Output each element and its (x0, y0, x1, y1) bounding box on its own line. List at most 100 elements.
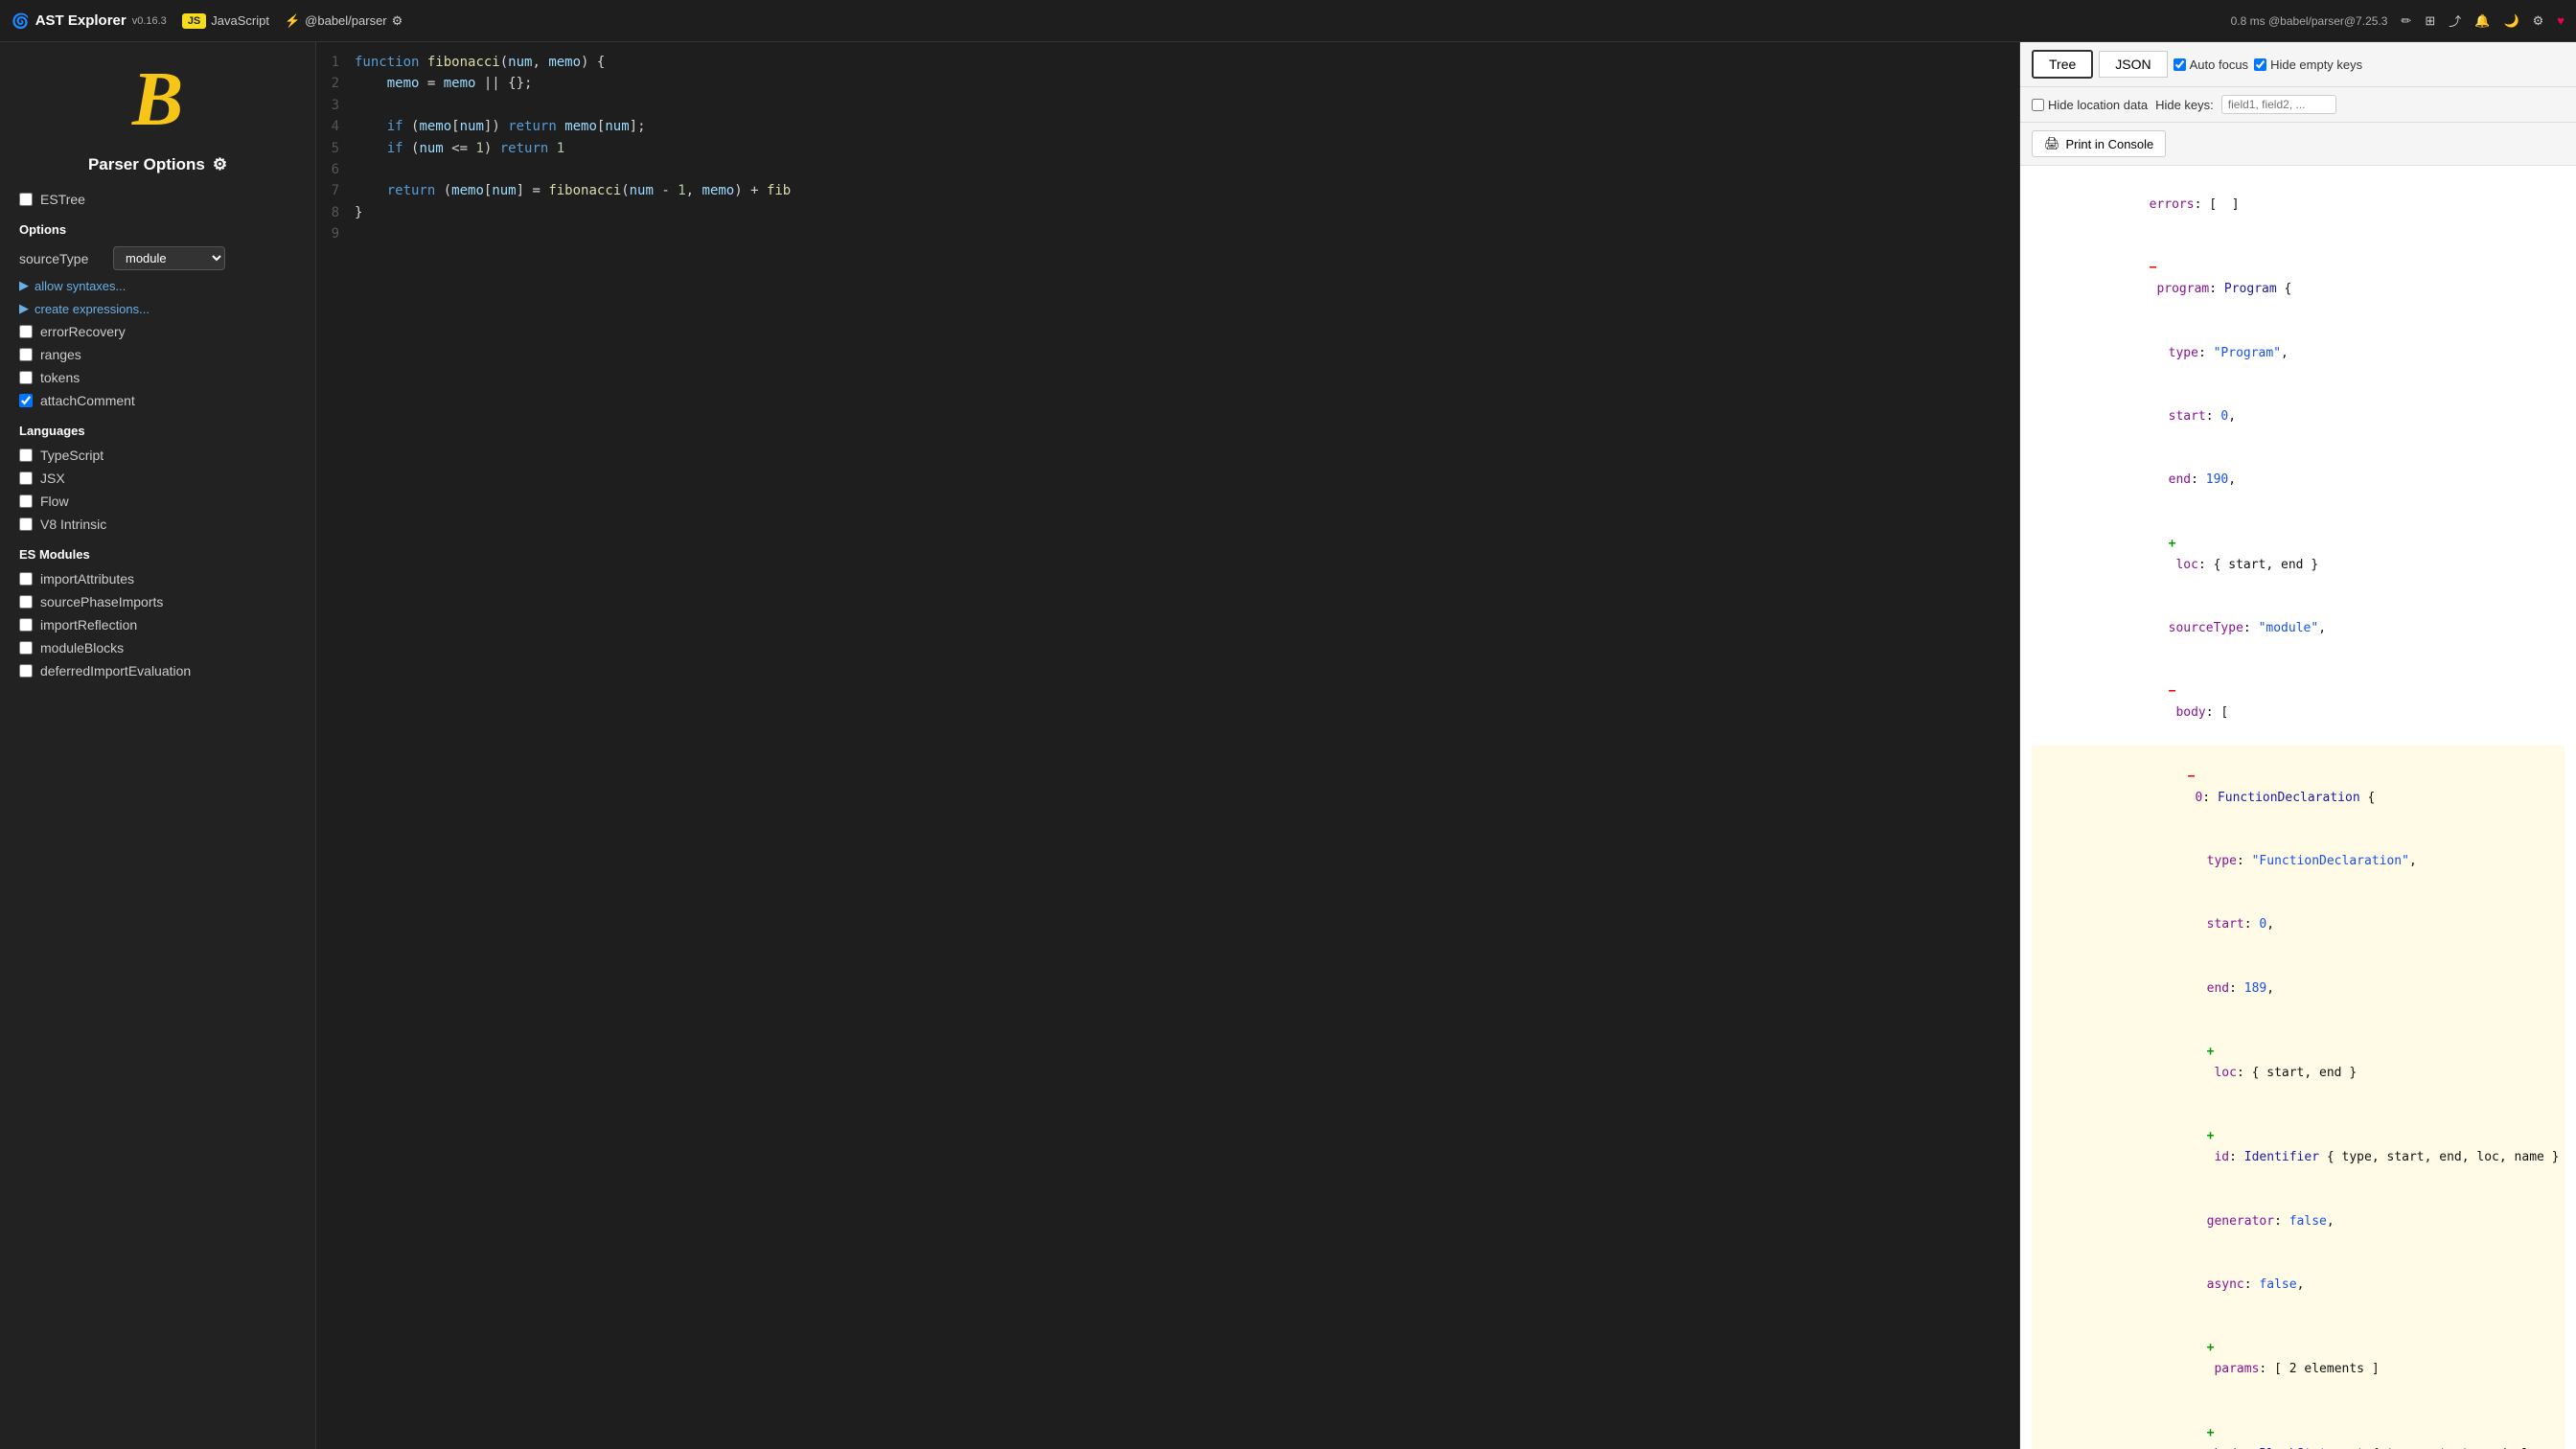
hide-location-checkbox[interactable] (2032, 99, 2044, 111)
auto-focus-checkbox[interactable] (2174, 58, 2186, 71)
moduleblocks-option[interactable]: moduleBlocks (0, 636, 315, 659)
line-content-6 (355, 159, 2019, 180)
moduleblocks-checkbox[interactable] (19, 641, 33, 655)
tokens-option[interactable]: tokens (0, 366, 315, 389)
ast-errors-line: errors: [ ] (2032, 173, 2564, 237)
line-content-2: memo = memo || {}; (355, 73, 2019, 94)
ast-fn-end-line: end: 189, (2032, 956, 2564, 1020)
attachcomment-label: attachComment (40, 393, 135, 408)
deferredimport-checkbox[interactable] (19, 664, 33, 678)
body-collapse[interactable]: − (2169, 684, 2176, 699)
line-num-4: 4 (316, 116, 355, 137)
layout-icon[interactable]: ⊞ (2425, 13, 2435, 29)
typescript-label: TypeScript (40, 448, 104, 463)
jsx-option[interactable]: JSX (0, 467, 315, 490)
ast-toolbar2: Hide location data Hide keys: (2020, 87, 2576, 123)
fn-collapse[interactable]: − (2188, 770, 2196, 784)
printer-icon: 🖨 (2044, 136, 2060, 151)
tokens-checkbox[interactable] (19, 371, 33, 384)
v8-checkbox[interactable] (19, 518, 33, 531)
errorrecovery-checkbox[interactable] (19, 325, 33, 338)
attachcomment-checkbox[interactable] (19, 394, 33, 407)
jsx-checkbox[interactable] (19, 472, 33, 485)
importreflection-checkbox[interactable] (19, 618, 33, 632)
share-icon[interactable]: ⤴ (2449, 12, 2461, 30)
fn-body-expand[interactable]: + (2207, 1426, 2215, 1440)
json-tab[interactable]: JSON (2099, 51, 2167, 78)
parser-selector[interactable]: ⚡ @babel/parser ⚙ (285, 13, 402, 29)
ast-content[interactable]: errors: [ ] − program: Program { type: "… (2020, 166, 2576, 1449)
attachcomment-option[interactable]: attachComment (0, 389, 315, 412)
ast-panel: Tree JSON Auto focus Hide empty keys Hid… (2020, 42, 2576, 1449)
program-collapse[interactable]: − (2150, 261, 2157, 275)
heart-icon[interactable]: ♥ (2557, 13, 2564, 28)
hide-location-option[interactable]: Hide location data (2032, 98, 2148, 112)
line-content-3 (355, 95, 2019, 116)
print-console-label: Print in Console (2066, 137, 2154, 151)
ast-end-line: end: 190, (2032, 448, 2564, 512)
parser-label: @babel/parser (305, 13, 386, 28)
importattributes-option[interactable]: importAttributes (0, 567, 315, 590)
hide-keys-input[interactable] (2221, 95, 2336, 114)
main-layout: B Parser Options ⚙ ESTree Options source… (0, 42, 2576, 1449)
hide-empty-label: Hide empty keys (2270, 58, 2362, 72)
ranges-option[interactable]: ranges (0, 343, 315, 366)
sourcetype-option[interactable]: sourceType module script unambiguous (0, 242, 315, 274)
typescript-checkbox[interactable] (19, 448, 33, 462)
esmodules-header: ES Modules (0, 536, 315, 567)
ranges-checkbox[interactable] (19, 348, 33, 361)
sourcetype-select[interactable]: module script unambiguous (113, 246, 225, 270)
create-expressions-row[interactable]: ▶ create expressions... (0, 297, 315, 320)
language-selector[interactable]: JS JavaScript (182, 13, 269, 29)
flow-option[interactable]: Flow (0, 490, 315, 513)
fn-loc-expand[interactable]: + (2207, 1045, 2215, 1059)
allow-syntaxes-row[interactable]: ▶ allow syntaxes... (0, 274, 315, 297)
code-line-1: 1 function fibonacci(num, memo) { (316, 52, 2019, 73)
auto-focus-option[interactable]: Auto focus (2174, 58, 2248, 72)
ast-fn-decl-line: − 0: FunctionDeclaration { (2032, 746, 2564, 830)
params-expand[interactable]: + (2207, 1341, 2215, 1355)
v8-option[interactable]: V8 Intrinsic (0, 513, 315, 536)
hide-empty-checkbox[interactable] (2254, 58, 2266, 71)
bell-icon[interactable]: 🔔 (2474, 13, 2490, 29)
languages-header: Languages (0, 412, 315, 444)
importreflection-option[interactable]: importReflection (0, 613, 315, 636)
perf-label: 0.8 ms @babel/parser@7.25.3 (2231, 14, 2388, 28)
allow-syntaxes-label: allow syntaxes... (34, 279, 126, 293)
ast-body-line: − body: [ (2032, 660, 2564, 745)
code-editor-area[interactable]: 1 function fibonacci(num, memo) { 2 memo… (316, 42, 2020, 1449)
line-num-9: 9 (316, 223, 355, 244)
code-line-3: 3 (316, 95, 2019, 116)
importattributes-checkbox[interactable] (19, 572, 33, 586)
moon-icon[interactable]: 🌙 (2503, 13, 2518, 29)
logo-icon: 🌀 (12, 12, 30, 30)
ast-sourcetype-line: sourceType: "module", (2032, 597, 2564, 660)
estree-option[interactable]: ESTree (0, 188, 315, 211)
sourcephaseimports-label: sourcePhaseImports (40, 594, 163, 610)
code-editor[interactable]: 1 function fibonacci(num, memo) { 2 memo… (316, 42, 2019, 1449)
parser-options-settings-icon[interactable]: ⚙ (213, 155, 227, 174)
tree-tab[interactable]: Tree (2032, 50, 2093, 79)
errorrecovery-option[interactable]: errorRecovery (0, 320, 315, 343)
sourcephaseimports-option[interactable]: sourcePhaseImports (0, 590, 315, 613)
jsx-label: JSX (40, 471, 65, 486)
code-line-9: 9 (316, 223, 2019, 244)
flow-checkbox[interactable] (19, 494, 33, 508)
estree-checkbox[interactable] (19, 193, 33, 206)
sourcephaseimports-checkbox[interactable] (19, 595, 33, 609)
ast-fn-loc-line: + loc: { start, end } (2032, 1021, 2564, 1105)
edit-icon[interactable]: ✏ (2401, 13, 2411, 29)
deferredimport-option[interactable]: deferredImportEvaluation (0, 659, 315, 682)
hide-empty-option[interactable]: Hide empty keys (2254, 58, 2362, 72)
github-icon[interactable]: ⚙ (2533, 13, 2544, 29)
fn-id-expand[interactable]: + (2207, 1129, 2215, 1143)
loc-expand[interactable]: + (2169, 537, 2176, 551)
code-line-6: 6 (316, 159, 2019, 180)
app-version: v0.16.3 (132, 15, 167, 27)
line-num-2: 2 (316, 73, 355, 94)
line-content-5: if (num <= 1) return 1 (355, 138, 2019, 159)
print-console-button[interactable]: 🖨 Print in Console (2032, 130, 2166, 157)
parser-icon: ⚡ (285, 13, 300, 29)
typescript-option[interactable]: TypeScript (0, 444, 315, 467)
app-logo[interactable]: 🌀 AST Explorer v0.16.3 (12, 12, 167, 30)
